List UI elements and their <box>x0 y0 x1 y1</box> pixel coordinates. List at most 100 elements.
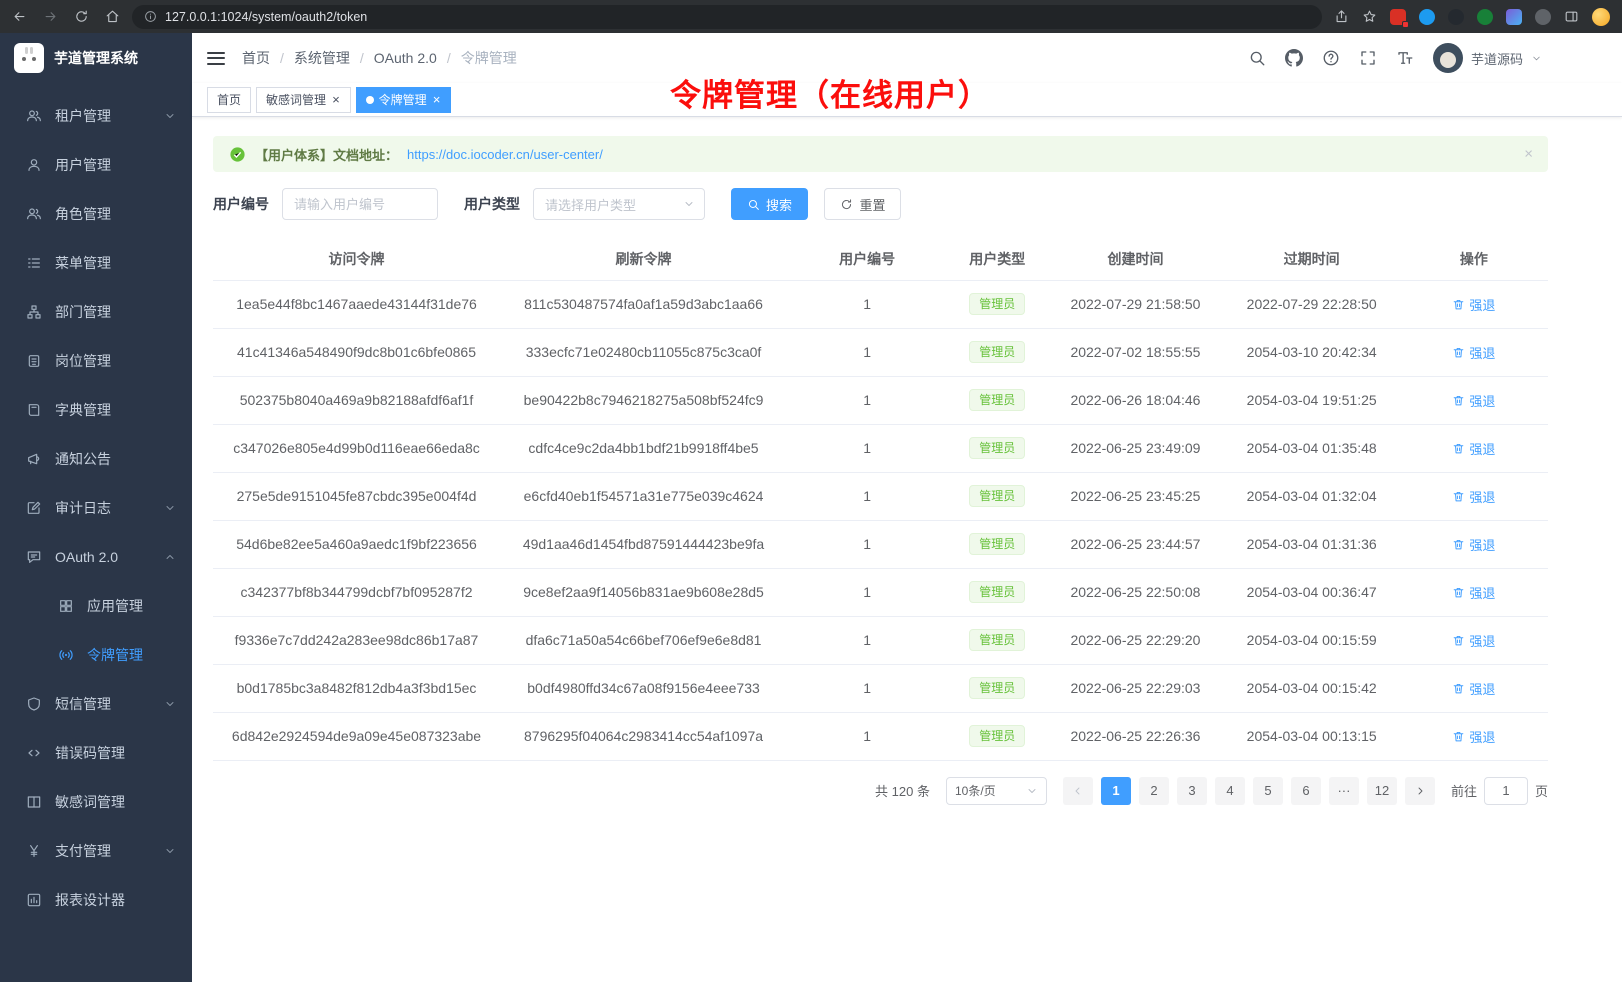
bookmark-star-icon[interactable] <box>1362 9 1377 24</box>
alert-close-icon[interactable]: × <box>1524 146 1533 163</box>
home-icon[interactable] <box>105 9 120 24</box>
user-menu[interactable]: 芋道源码 <box>1433 43 1542 73</box>
sidebar-item[interactable]: 应用管理 <box>0 581 192 630</box>
forward-icon[interactable] <box>43 9 58 24</box>
back-icon[interactable] <box>12 9 27 24</box>
info-icon[interactable] <box>144 10 157 23</box>
sidebar-item[interactable]: 敏感词管理 <box>0 777 192 826</box>
user-type-select[interactable]: 请选择用户类型 <box>533 188 705 220</box>
force-logout-button[interactable]: 强退 <box>1452 343 1495 362</box>
pagination-total: 共 120 条 <box>875 781 930 800</box>
reload-icon[interactable] <box>74 9 89 24</box>
user-type-cell: 管理员 <box>947 472 1047 520</box>
sidebar-item[interactable]: 角色管理 <box>0 189 192 238</box>
sidebar-item[interactable]: 菜单管理 <box>0 238 192 287</box>
sidebar-item[interactable]: 部门管理 <box>0 287 192 336</box>
pagination-page-button[interactable]: 5 <box>1253 777 1283 805</box>
sidebar-item-icon <box>26 843 42 859</box>
search-icon[interactable] <box>1248 49 1266 67</box>
alert-doc-link[interactable]: https://doc.iocoder.cn/user-center/ <box>407 147 603 162</box>
sidebar-item[interactable]: 短信管理 <box>0 679 192 728</box>
sidebar-item-icon <box>26 696 42 712</box>
tab[interactable]: 敏感词管理 × <box>256 87 351 113</box>
extension-icon[interactable] <box>1419 9 1435 25</box>
page-size-select[interactable]: 10条/页 <box>946 777 1047 805</box>
tab-close-icon[interactable]: × <box>432 93 442 106</box>
chevron-down-icon <box>164 551 176 563</box>
refresh-token-cell: dfa6c71a50a54c66bef706ef9e6e8d81 <box>500 616 787 664</box>
pagination-page-button[interactable]: 3 <box>1177 777 1207 805</box>
tab-close-icon[interactable]: × <box>331 93 341 106</box>
tab[interactable]: 首页 <box>207 87 251 113</box>
extension-icon[interactable] <box>1477 9 1493 25</box>
share-icon[interactable] <box>1334 9 1349 24</box>
pagination-prev-button[interactable] <box>1063 777 1093 805</box>
force-logout-button[interactable]: 强退 <box>1452 391 1495 410</box>
extension-icon[interactable] <box>1448 9 1464 25</box>
user-type-tag: 管理员 <box>969 293 1025 315</box>
breadcrumb-item[interactable]: 系统管理 <box>270 48 350 68</box>
pagination-page-button[interactable]: ··· <box>1329 777 1359 805</box>
sidebar-item[interactable]: 支付管理 <box>0 826 192 875</box>
sidebar-item[interactable]: 用户管理 <box>0 140 192 189</box>
actions-cell: 强退 <box>1400 376 1548 424</box>
github-icon[interactable] <box>1285 49 1303 67</box>
url-bar[interactable]: 127.0.0.1:1024/system/oauth2/token <box>132 5 1322 29</box>
extension-icon[interactable] <box>1535 9 1551 25</box>
column-header: 用户类型 <box>947 238 1047 280</box>
search-icon <box>747 198 760 211</box>
user-type-cell: 管理员 <box>947 424 1047 472</box>
pagination-next-button[interactable] <box>1405 777 1435 805</box>
refresh-token-cell: 8796295f04064c2983414cc54af1097a <box>500 712 787 760</box>
column-header: 用户编号 <box>787 238 947 280</box>
breadcrumb-item[interactable]: OAuth 2.0 <box>350 50 437 66</box>
sidebar-item-label: 部门管理 <box>55 302 111 322</box>
sidebar-item[interactable]: 审计日志 <box>0 483 192 532</box>
fullscreen-icon[interactable] <box>1359 49 1377 67</box>
user-type-cell: 管理员 <box>947 520 1047 568</box>
browser-actions <box>1334 8 1610 26</box>
force-logout-button[interactable]: 强退 <box>1452 295 1495 314</box>
sidebar-item[interactable]: 令牌管理 <box>0 630 192 679</box>
pagination-page-button[interactable]: 4 <box>1215 777 1245 805</box>
sidebar-item[interactable]: 字典管理 <box>0 385 192 434</box>
force-logout-button[interactable]: 强退 <box>1452 487 1495 506</box>
pagination-page-button[interactable]: 6 <box>1291 777 1321 805</box>
user-id-input[interactable] <box>282 188 438 220</box>
force-logout-button[interactable]: 强退 <box>1452 583 1495 602</box>
font-size-icon[interactable] <box>1396 49 1414 67</box>
sidebar-toggle-icon[interactable] <box>207 52 225 65</box>
table-row: 502375b8040a469a9b82188afdf6af1f be90422… <box>213 376 1548 424</box>
browser-profile-avatar[interactable] <box>1592 8 1610 26</box>
refresh-token-cell: 811c530487574fa0af1a59d3abc1aa66 <box>500 280 787 328</box>
table-row: 1ea5e44f8bc1467aaede43144f31de76 811c530… <box>213 280 1548 328</box>
force-logout-button[interactable]: 强退 <box>1452 679 1495 698</box>
sidebar-item[interactable]: 岗位管理 <box>0 336 192 385</box>
side-panel-icon[interactable] <box>1564 9 1579 24</box>
sidebar-item[interactable]: 报表设计器 <box>0 875 192 924</box>
sidebar-item[interactable]: 租户管理 <box>0 91 192 140</box>
force-logout-button[interactable]: 强退 <box>1452 631 1495 650</box>
sidebar-item[interactable]: 错误码管理 <box>0 728 192 777</box>
breadcrumb-item[interactable]: 令牌管理 <box>437 48 517 68</box>
force-logout-button[interactable]: 强退 <box>1452 439 1495 458</box>
create-time-cell: 2022-07-29 21:58:50 <box>1047 280 1223 328</box>
user-id-cell: 1 <box>787 376 947 424</box>
reset-button[interactable]: 重置 <box>824 188 901 220</box>
force-logout-button[interactable]: 强退 <box>1452 727 1495 746</box>
sidebar-item[interactable]: 通知公告 <box>0 434 192 483</box>
breadcrumb-item[interactable]: 首页 <box>242 48 270 68</box>
extension-icon[interactable] <box>1390 9 1406 25</box>
sidebar-item[interactable]: OAuth 2.0 <box>0 532 192 581</box>
pagination-page-button[interactable]: 2 <box>1139 777 1169 805</box>
check-circle-icon <box>229 146 246 163</box>
goto-page-input[interactable] <box>1484 777 1528 805</box>
pagination-page-button[interactable]: 12 <box>1367 777 1397 805</box>
force-logout-button[interactable]: 强退 <box>1452 535 1495 554</box>
search-button[interactable]: 搜索 <box>731 188 808 220</box>
tab[interactable]: 令牌管理 × <box>356 87 452 113</box>
access-token-cell: c342377bf8b344799dcbf7bf095287f2 <box>213 568 500 616</box>
pagination-page-button[interactable]: 1 <box>1101 777 1131 805</box>
extension-icon[interactable] <box>1506 9 1522 25</box>
help-icon[interactable] <box>1322 49 1340 67</box>
